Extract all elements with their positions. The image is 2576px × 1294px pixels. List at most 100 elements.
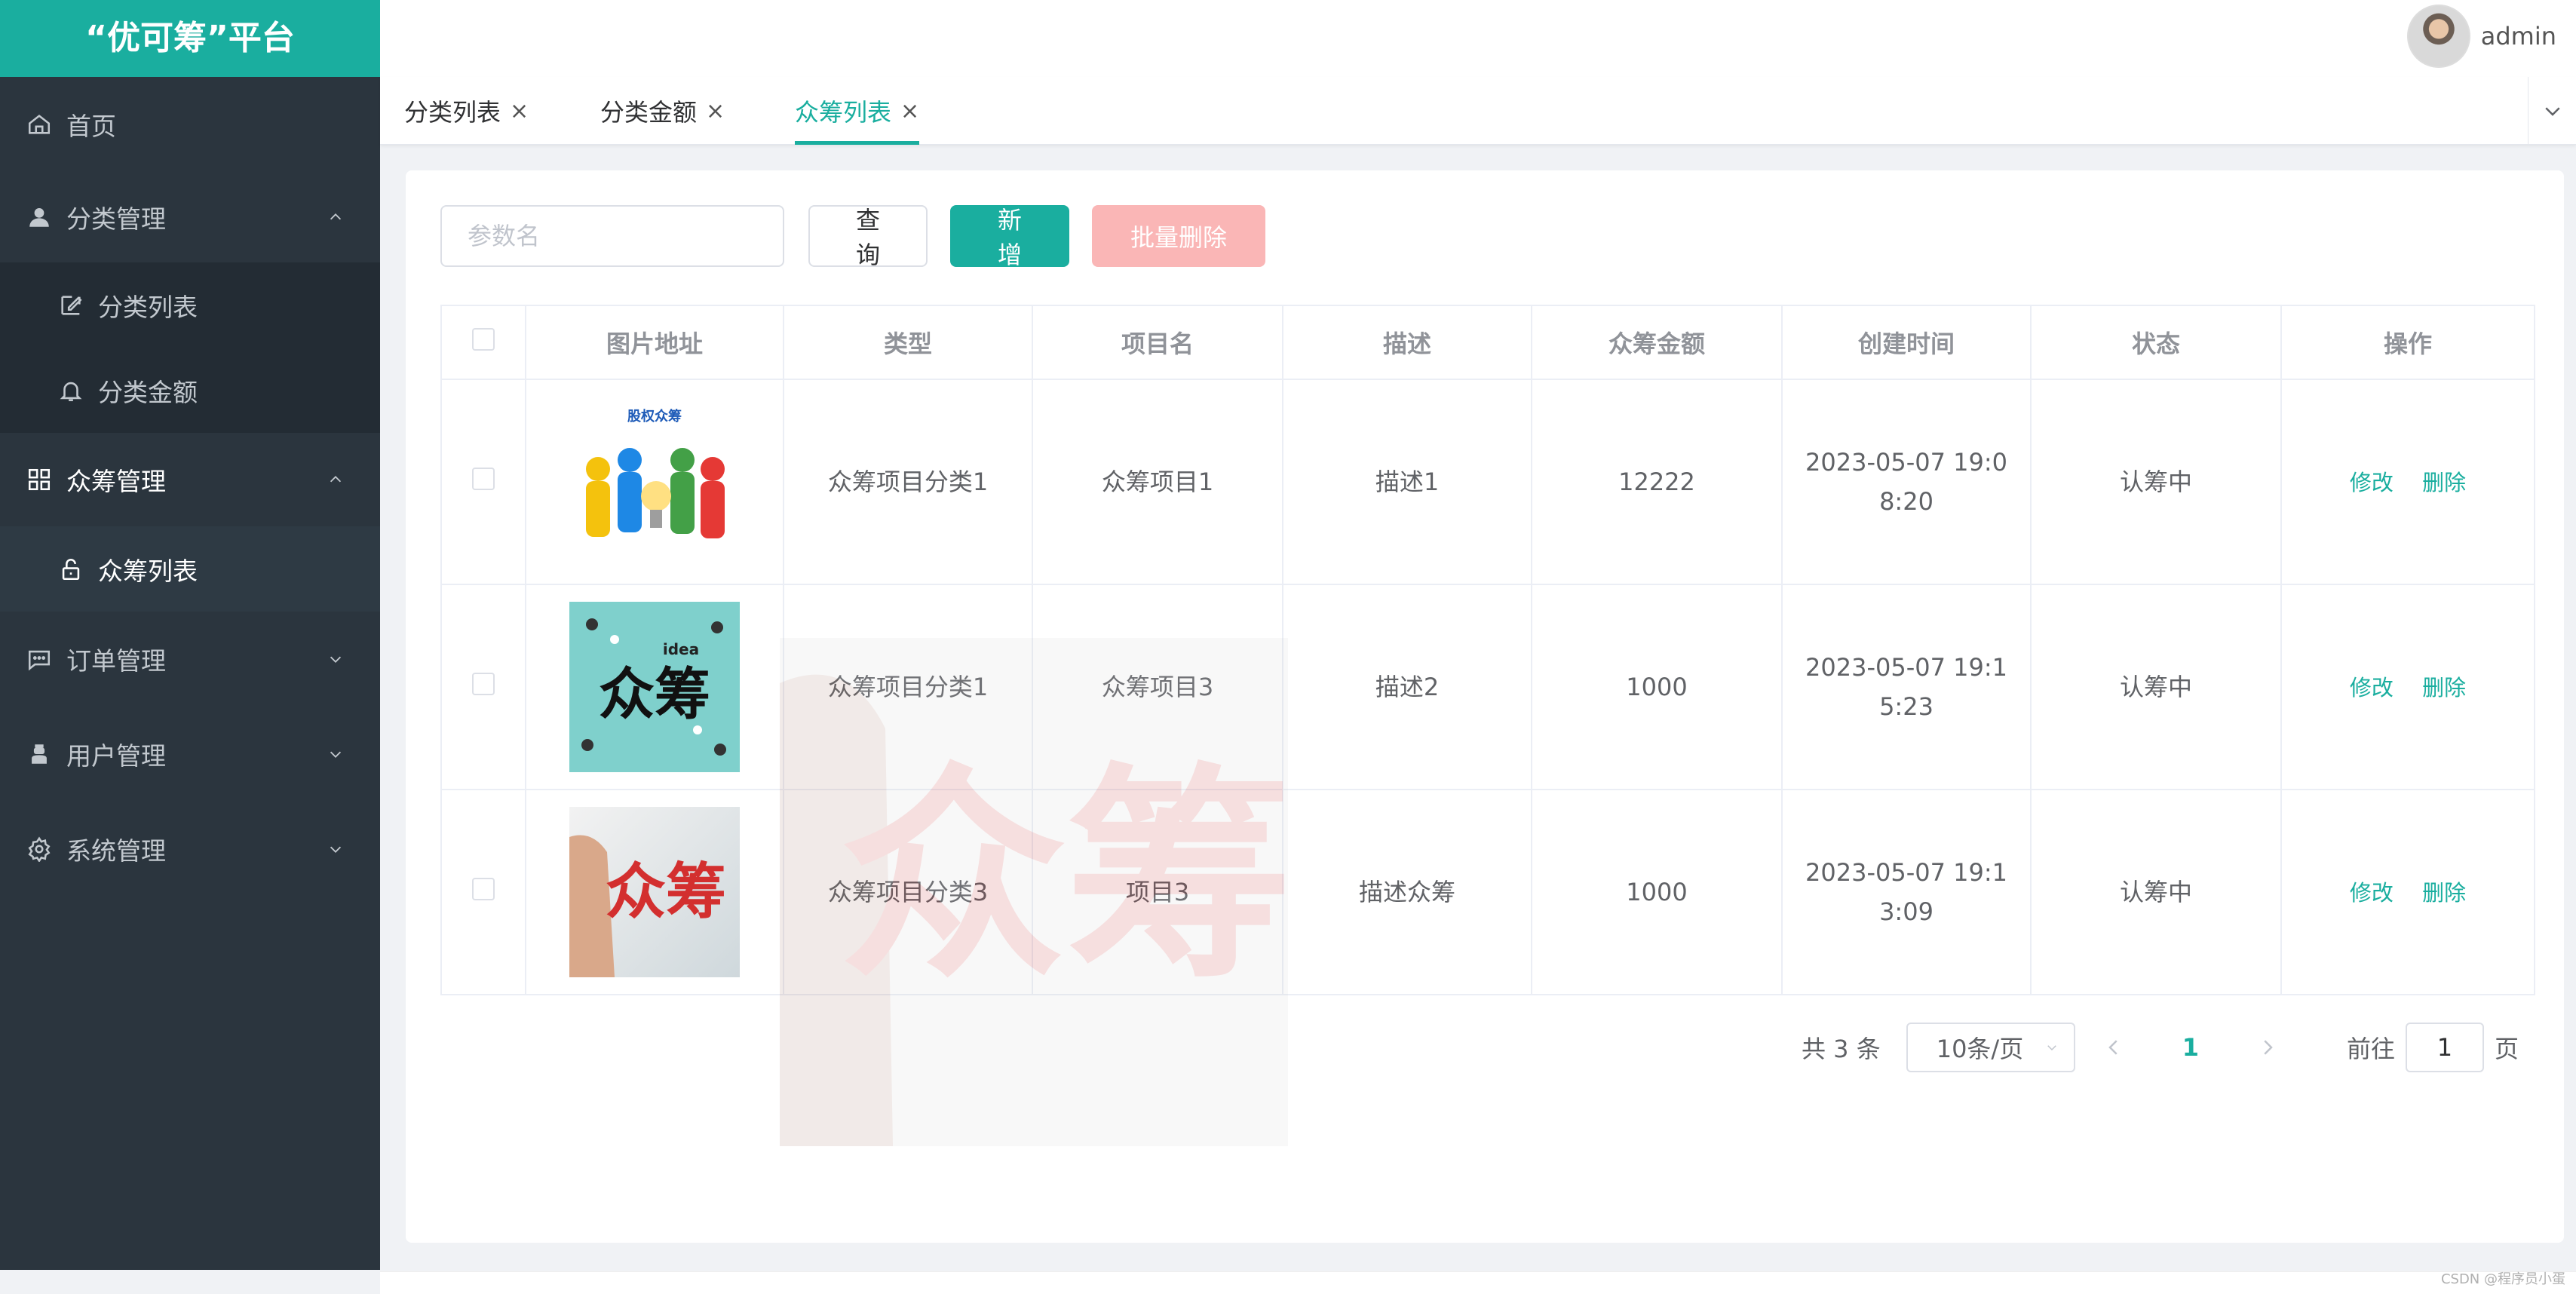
- home-icon: [26, 111, 53, 138]
- delete-link[interactable]: 删除: [2422, 880, 2466, 906]
- sidebar-item-home[interactable]: 首页: [0, 77, 380, 172]
- close-icon[interactable]: ×: [900, 98, 919, 124]
- status-cell: 认筹中: [2030, 789, 2282, 995]
- gear-icon: [26, 836, 53, 863]
- grid-icon: [26, 466, 53, 493]
- row-select-cell: [440, 379, 526, 585]
- row-checkbox[interactable]: [472, 468, 495, 490]
- close-icon[interactable]: ×: [510, 98, 529, 124]
- project-image: 股权众筹: [569, 397, 740, 567]
- page-number-current[interactable]: 1: [2182, 1033, 2199, 1062]
- sidebar-item-label: 用户管理: [66, 741, 166, 771]
- sidebar-item-category-manage[interactable]: 分类管理: [0, 172, 380, 262]
- column-header: 图片地址: [525, 305, 784, 380]
- tab-label: 众筹列表: [795, 98, 892, 127]
- close-icon[interactable]: ×: [706, 98, 725, 124]
- desc-cell: 描述2: [1282, 584, 1532, 790]
- prev-page-icon[interactable]: [2102, 1036, 2125, 1059]
- image-caption: idea: [663, 640, 699, 658]
- image-caption: 众筹: [599, 662, 710, 727]
- amount-cell: 1000: [1531, 789, 1783, 995]
- created-time: 2023-05-07 19:15:23: [1805, 653, 2007, 721]
- amount-cell: 1000: [1531, 584, 1783, 790]
- tabs-more-button[interactable]: [2528, 77, 2576, 145]
- user-icon: [26, 204, 53, 231]
- project-image: idea 众筹: [569, 602, 740, 772]
- chat-icon: [26, 645, 53, 673]
- tab-label: 分类列表: [404, 98, 501, 127]
- tab-category-amount[interactable]: 分类金额 ×: [600, 77, 725, 145]
- sidebar-item-label: 订单管理: [66, 646, 166, 676]
- sidebar-item-label: 分类管理: [66, 204, 166, 234]
- chevron-down-icon: [330, 656, 342, 663]
- batch-delete-button[interactable]: 批量删除: [1092, 205, 1265, 267]
- sidebar-item-category-list[interactable]: 分类列表: [0, 262, 380, 348]
- person-icon: [26, 741, 53, 768]
- row-checkbox[interactable]: [472, 878, 495, 900]
- chevron-down-icon: [2544, 107, 2560, 116]
- type-cell: 众筹项目分类1: [783, 584, 1033, 790]
- sidebar-item-label: 系统管理: [66, 836, 166, 866]
- name-cell: 众筹项目1: [1032, 379, 1283, 585]
- edit-link[interactable]: 修改: [2350, 675, 2394, 701]
- amount-cell: 12222: [1531, 379, 1783, 585]
- search-input[interactable]: [440, 205, 784, 267]
- type-cell: 众筹项目分类1: [783, 379, 1033, 585]
- page-size-select[interactable]: 10条/页: [1906, 1023, 2075, 1072]
- sidebar-item-category-amount[interactable]: 分类金额: [0, 348, 380, 433]
- chevron-down-icon: [2047, 1045, 2056, 1051]
- select-all-checkbox[interactable]: [472, 328, 495, 351]
- query-button[interactable]: 查询: [808, 205, 928, 269]
- add-button[interactable]: 新增: [950, 205, 1069, 269]
- column-header: 状态: [2030, 305, 2282, 380]
- top-header: admin: [380, 0, 2576, 77]
- app-logo: “优可筹”平台: [0, 0, 380, 77]
- crowdfund-table: 图片地址 类型 项目名 描述 众筹金额 创建时间 状态 操作 股权众筹 众筹项目…: [440, 305, 2535, 995]
- name-cell: 项目3: [1032, 789, 1283, 995]
- sidebar-item-crowdfund-manage[interactable]: 众筹管理: [0, 433, 380, 526]
- goto-page-input[interactable]: [2405, 1023, 2484, 1072]
- table-row: idea 众筹 众筹项目分类1 众筹项目3 描述2 1000 2023-05-0…: [440, 584, 2535, 790]
- username[interactable]: admin: [2481, 22, 2556, 51]
- type-cell: 众筹项目分类3: [783, 789, 1033, 995]
- footer-credit: CSDN @程序员小蛋: [2440, 1271, 2565, 1287]
- delete-link[interactable]: 删除: [2422, 470, 2466, 495]
- unlock-icon: [57, 556, 84, 583]
- status-cell: 认筹中: [2030, 584, 2282, 790]
- column-header: 操作: [2280, 305, 2535, 380]
- sidebar-item-label: 分类金额: [98, 377, 198, 407]
- created-time: 2023-05-07 19:08:20: [1805, 448, 2007, 516]
- created-cell: 2023-05-07 19:13:09: [1781, 789, 2032, 995]
- desc-cell: 描述1: [1282, 379, 1532, 585]
- image-cell: 股权众筹: [525, 379, 784, 585]
- sidebar-item-label: 众筹列表: [98, 556, 198, 586]
- operation-cell: 修改 删除: [2280, 379, 2535, 585]
- tab-category-list[interactable]: 分类列表 ×: [404, 77, 529, 145]
- avatar[interactable]: [2406, 5, 2470, 68]
- user-menu[interactable]: admin: [2406, 5, 2556, 68]
- sidebar-item-crowdfund-list[interactable]: 众筹列表: [0, 526, 380, 612]
- edit-link[interactable]: 修改: [2350, 470, 2394, 495]
- row-checkbox[interactable]: [472, 673, 495, 695]
- next-page-icon[interactable]: [2256, 1036, 2279, 1059]
- desc-cell: 描述众筹: [1282, 789, 1532, 995]
- tab-crowdfund-list[interactable]: 众筹列表 ×: [795, 77, 920, 145]
- column-header: 创建时间: [1781, 305, 2032, 380]
- edit-link[interactable]: 修改: [2350, 880, 2394, 906]
- main-card: 查询 新增 批量删除 图片地址 类型 项目名 描述 众筹金额 创建时间 状态 操…: [406, 170, 2564, 1243]
- goto-label: 前往: [2346, 1035, 2395, 1063]
- bottom-bar: [380, 1271, 2576, 1294]
- sidebar-item-user-manage[interactable]: 用户管理: [0, 707, 380, 802]
- page-suffix: 页: [2494, 1035, 2519, 1063]
- operation-cell: 修改 删除: [2280, 789, 2535, 995]
- sidebar-item-order-manage[interactable]: 订单管理: [0, 612, 380, 707]
- row-select-cell: [440, 584, 526, 790]
- delete-link[interactable]: 删除: [2422, 675, 2466, 701]
- chevron-up-icon: [330, 476, 342, 483]
- tab-label: 分类金额: [600, 98, 698, 127]
- sidebar-item-system-manage[interactable]: 系统管理: [0, 802, 380, 897]
- image-caption: 股权众筹: [627, 408, 682, 425]
- column-header: 描述: [1282, 305, 1532, 380]
- project-image: 众筹: [569, 807, 740, 977]
- created-time: 2023-05-07 19:13:09: [1805, 858, 2007, 926]
